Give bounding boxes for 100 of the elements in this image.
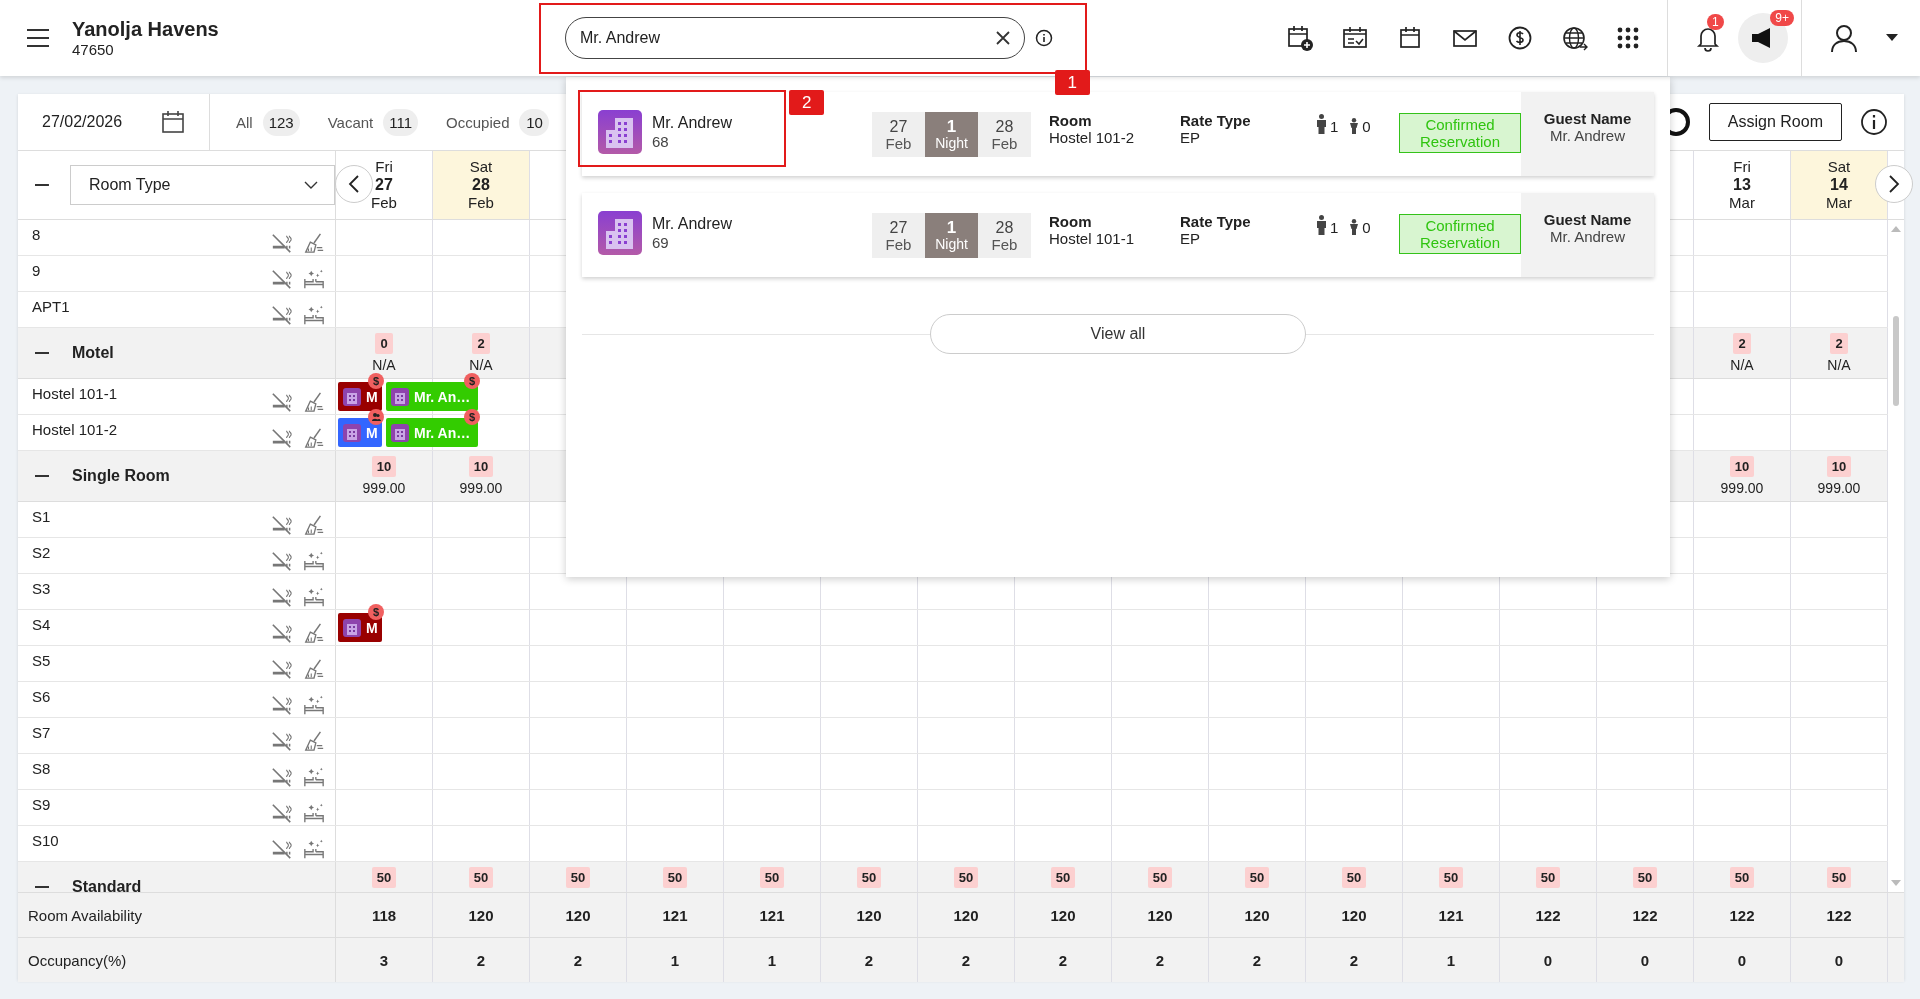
scrollbar-thumb[interactable] — [1893, 316, 1899, 406]
collapse-icon[interactable] — [34, 474, 50, 478]
caret-icon[interactable] — [1886, 34, 1898, 42]
field-label: Rate Type — [1180, 112, 1252, 129]
summary-value: 0 — [1834, 951, 1844, 969]
no-smoking-icon — [271, 729, 293, 752]
globe-icon[interactable] — [1561, 24, 1589, 52]
rate-value: 999.00 — [1817, 480, 1861, 496]
filter-label[interactable]: Occupied — [446, 113, 510, 131]
rate-value: N/A — [1730, 357, 1754, 373]
no-smoking-icon — [271, 303, 293, 326]
announcements-button[interactable] — [1738, 13, 1788, 63]
menu-button[interactable] — [26, 28, 50, 48]
rooms-count-badge: 50 — [1632, 867, 1658, 888]
room-name: 9 — [32, 262, 41, 279]
info-icon[interactable] — [1035, 29, 1053, 47]
room-name: S4 — [32, 616, 51, 633]
filter-count: 10 — [519, 108, 550, 136]
summary-value: 120 — [1147, 906, 1173, 924]
close-icon[interactable] — [995, 30, 1011, 46]
chevron-right-icon — [1888, 174, 1900, 194]
summary-value: 120 — [856, 906, 882, 924]
payment-badge: $ — [368, 604, 384, 620]
filter-label[interactable]: All — [236, 113, 253, 131]
view-all-button[interactable]: View all — [930, 314, 1306, 354]
rate-value: 999.00 — [459, 480, 503, 496]
room-name: S9 — [32, 796, 51, 813]
callout-badge: 2 — [789, 90, 825, 115]
summary-value: 121 — [759, 906, 785, 924]
summary-value: 120 — [468, 906, 494, 924]
summary-value: 2 — [1155, 951, 1165, 969]
booking-bar[interactable]: M — [338, 418, 382, 447]
date-field[interactable]: 27/02/2026 — [42, 113, 123, 131]
no-smoking-icon — [271, 390, 293, 413]
rooms-count-badge: 10 — [468, 456, 494, 477]
rooms-count-badge: 50 — [1341, 867, 1367, 888]
summary-value: 122 — [1729, 906, 1755, 924]
collapse-icon[interactable] — [34, 183, 50, 187]
child-count: 0 — [1362, 119, 1371, 134]
field-label: Room — [1049, 213, 1093, 230]
summary-value: 120 — [1341, 906, 1367, 924]
summary-value: 122 — [1826, 906, 1852, 924]
room-name: S10 — [32, 832, 59, 849]
rate-value: 999.00 — [1720, 480, 1764, 496]
summary-value: 2 — [864, 951, 874, 969]
reservation-number: 69 — [652, 233, 670, 252]
guest-name: Mr. Andrew — [652, 214, 733, 233]
filter-label[interactable]: Vacant — [327, 113, 374, 131]
summary-value: 2 — [1252, 951, 1262, 969]
room-name: Hostel 101-1 — [32, 385, 118, 402]
room-type-name: Motel — [72, 344, 114, 362]
collapse-icon[interactable] — [34, 885, 50, 889]
summary-value: 120 — [953, 906, 979, 924]
room-name: 8 — [32, 226, 41, 243]
room-type-select[interactable]: Room Type — [69, 165, 335, 205]
departure-date: 28 Feb — [978, 213, 1031, 258]
hotel-code: 47650 — [72, 41, 115, 59]
guest-name: Mr. Andrew — [652, 113, 733, 132]
rate-value: N/A — [372, 357, 396, 373]
callout-badge: 1 — [1054, 69, 1090, 95]
guest-name: Mr. Andrew — [1550, 127, 1625, 144]
reservation-number: 68 — [652, 132, 670, 151]
dollar-icon[interactable] — [1506, 24, 1534, 52]
status-badge: Confirmed Reservation — [1399, 113, 1521, 153]
building-icon — [391, 423, 409, 442]
rooms-count-badge: 50 — [662, 867, 688, 888]
room-type-name: Standard — [72, 878, 142, 892]
info-icon[interactable] — [1860, 108, 1888, 136]
rooms-count-badge: 10 — [1826, 456, 1852, 477]
no-smoking-icon — [271, 513, 293, 536]
rooms-count-badge: 50 — [856, 867, 882, 888]
summary-value: 2 — [476, 951, 486, 969]
collapse-icon[interactable] — [34, 351, 50, 355]
room-value: Hostel 101-1 — [1049, 230, 1136, 247]
no-smoking-icon — [271, 426, 293, 449]
departure-date: 28 Feb — [978, 112, 1031, 157]
child-icon — [1349, 118, 1360, 134]
day-header: Sat 28 Feb — [433, 151, 530, 219]
rooms-count-badge: 50 — [1438, 867, 1464, 888]
day-header: Sat 14 Mar — [1791, 151, 1888, 219]
building-icon — [598, 211, 642, 255]
room-name: S3 — [32, 580, 51, 597]
summary-value: 0 — [1543, 951, 1553, 969]
building-icon — [343, 423, 361, 442]
no-smoking-icon — [271, 837, 293, 860]
user-icon[interactable] — [1829, 23, 1859, 53]
reservation-card[interactable]: Mr. Andrew 69 27 Feb 1 Night 28 Feb Room Hostel 101-1 Rate Type EP 1 0 Confirmed Reservation Guest Name Mr. Andrew — [582, 193, 1654, 277]
search-field[interactable]: Mr. Andrew — [565, 17, 1025, 59]
assign-room-button[interactable]: Assign Room — [1708, 103, 1842, 141]
summary-value: 120 — [565, 906, 591, 924]
adult-count: 1 — [1330, 119, 1339, 134]
calendar-icon[interactable] — [161, 110, 185, 134]
rooms-count-badge: 2 — [1733, 333, 1751, 354]
apps-icon[interactable] — [1616, 26, 1640, 50]
summary-value: 0 — [1737, 951, 1747, 969]
no-smoking-icon — [271, 765, 293, 788]
calendar-add-icon[interactable] — [1286, 24, 1314, 52]
no-smoking-icon — [271, 231, 293, 254]
rate-value: N/A — [469, 357, 493, 373]
nights-count: 1 Night — [925, 112, 978, 157]
